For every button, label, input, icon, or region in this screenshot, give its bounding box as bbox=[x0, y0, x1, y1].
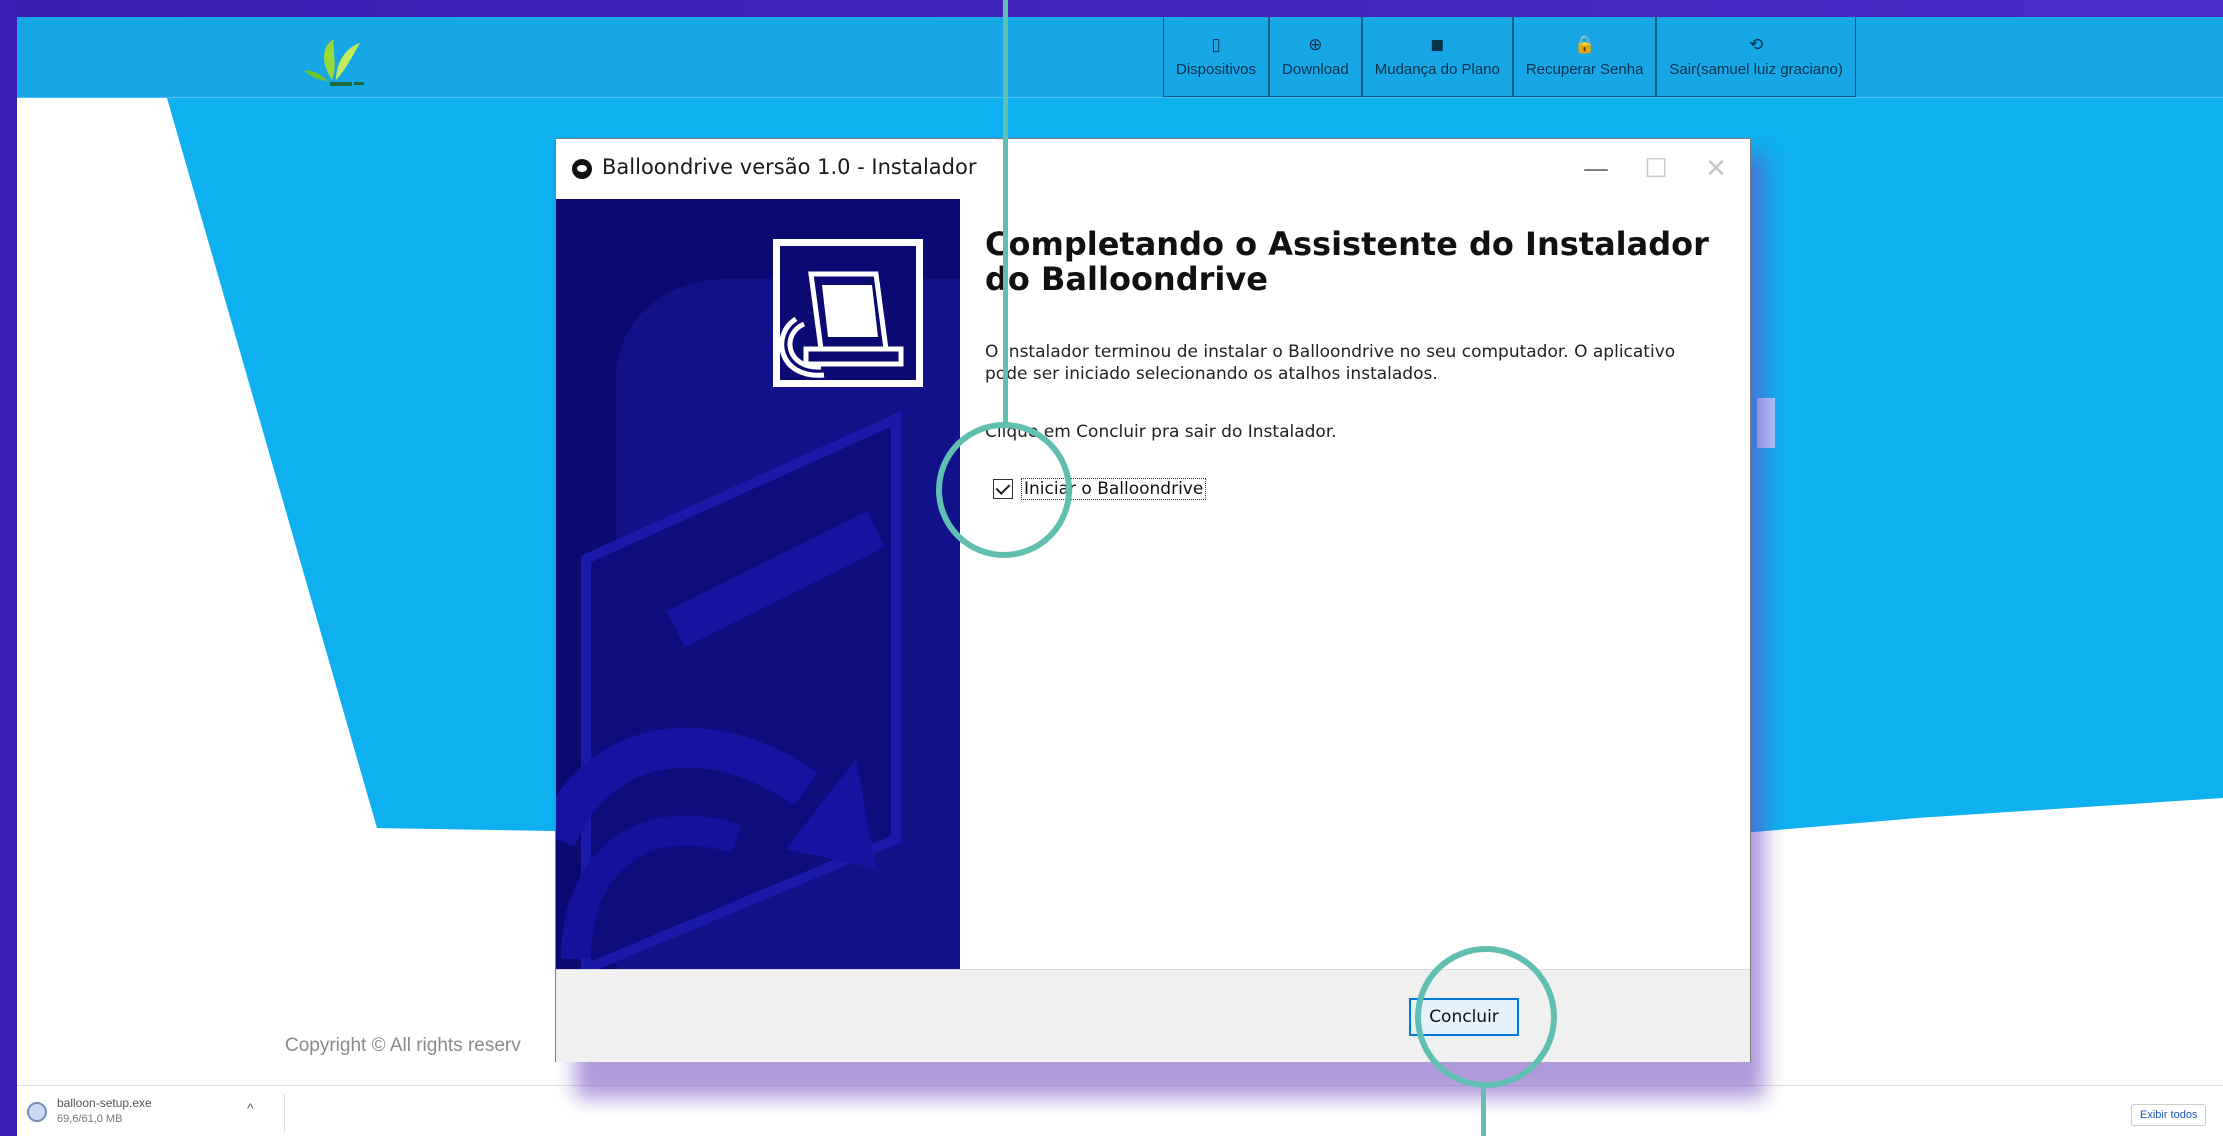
installer-side-banner bbox=[556, 199, 960, 969]
installer-window: Balloondrive versão 1.0 - Instalador — ☐… bbox=[555, 138, 1751, 1062]
installer-footer: Concluir bbox=[556, 969, 1750, 1062]
finish-highlight-circle bbox=[1415, 946, 1557, 1088]
nav-logout-label: Sair(samuel luiz graciano) bbox=[1669, 61, 1843, 78]
maximize-button: ☐ bbox=[1644, 154, 1668, 184]
installer-content: Completando o Assistente do Instalador d… bbox=[960, 199, 1750, 969]
download-divider bbox=[284, 1094, 285, 1132]
nav-download-button[interactable]: ⊕ Download bbox=[1269, 17, 1362, 97]
nav-recover-password-button[interactable]: 🔒 Recuperar Senha bbox=[1512, 17, 1657, 97]
download-file-name[interactable]: balloon-setup.exe bbox=[57, 1096, 152, 1110]
file-icon bbox=[27, 1102, 47, 1122]
show-all-downloads-button[interactable]: Exibir todos bbox=[2131, 1104, 2207, 1126]
annotation-line-bottom bbox=[1481, 1086, 1486, 1136]
phone-icon: ▯ bbox=[1211, 35, 1221, 54]
installer-body-text: O Instalador terminou de instalar o Ball… bbox=[985, 342, 1676, 384]
frame-top bbox=[0, 0, 2223, 17]
installer-heading: Completando o Assistente do Instalador d… bbox=[985, 225, 1709, 298]
close-button: ✕ bbox=[1705, 154, 1727, 184]
nav-change-plan-label: Mudança do Plano bbox=[1374, 61, 1500, 78]
annotation-line-top bbox=[1003, 0, 1008, 425]
installer-titlebar[interactable]: Balloondrive versão 1.0 - Instalador — ☐… bbox=[556, 139, 1750, 199]
checkbox-highlight-circle bbox=[936, 422, 1072, 558]
installer-title: Balloondrive versão 1.0 - Instalador bbox=[602, 155, 977, 179]
nav-change-plan-button[interactable]: ◼ Mudança do Plano bbox=[1361, 17, 1513, 97]
nav-menu: ▯ Dispositivos ⊕ Download ◼ Mudança do P… bbox=[1163, 17, 1856, 99]
lock-icon: 🔒 bbox=[1574, 35, 1596, 54]
download-file-size: 69,6/61,0 MB bbox=[57, 1113, 123, 1125]
site-navbar: ▯ Dispositivos ⊕ Download ◼ Mudança do P… bbox=[17, 17, 2223, 98]
banner-artwork bbox=[556, 199, 960, 969]
nav-devices-label: Dispositivos bbox=[1176, 61, 1257, 78]
minimize-button[interactable]: — bbox=[1566, 145, 1626, 193]
nav-logout-button[interactable]: ⟲ Sair(samuel luiz graciano) bbox=[1656, 17, 1856, 97]
app-icon bbox=[572, 159, 592, 179]
chevron-up-icon[interactable]: ^ bbox=[247, 1100, 254, 1116]
nav-download-label: Download bbox=[1282, 61, 1349, 78]
logout-icon: ⟲ bbox=[1749, 35, 1764, 54]
bookmark-icon: ◼ bbox=[1430, 35, 1445, 54]
nav-devices-button[interactable]: ▯ Dispositivos bbox=[1163, 17, 1270, 97]
copyright-text: Copyright © All rights reserv bbox=[285, 1035, 521, 1056]
nav-recover-password-label: Recuperar Senha bbox=[1525, 61, 1644, 78]
download-icon: ⊕ bbox=[1308, 35, 1323, 54]
installer-instruction: Clique em Concluir pra sair do Instalado… bbox=[985, 422, 1337, 442]
balloondrive-logo[interactable] bbox=[302, 35, 382, 95]
frame-left bbox=[0, 0, 17, 1136]
